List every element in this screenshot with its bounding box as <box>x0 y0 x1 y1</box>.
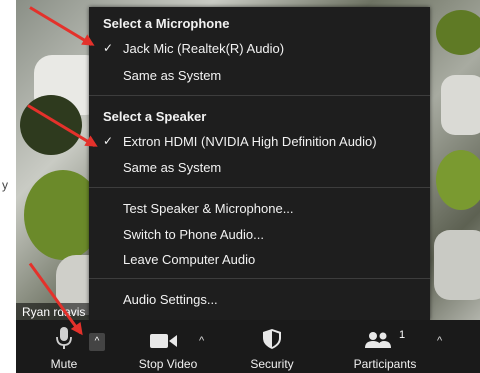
security-label: Security <box>250 357 294 371</box>
speaker-option-extron[interactable]: Extron HDMI (NVIDIA High Definition Audi… <box>123 134 377 149</box>
side-text: y <box>2 178 8 192</box>
mute-label: Mute <box>50 357 78 371</box>
audio-options-caret-button[interactable]: ^ <box>89 333 105 351</box>
security-button[interactable]: Security <box>232 320 312 373</box>
mic-option-jack[interactable]: Jack Mic (Realtek(R) Audio) <box>123 41 284 56</box>
check-icon: ✓ <box>103 41 114 55</box>
menu-divider <box>89 95 430 96</box>
video-camera-icon <box>150 334 177 348</box>
leave-computer-audio-item[interactable]: Leave Computer Audio <box>123 252 255 267</box>
speaker-header: Select a Speaker <box>103 109 207 124</box>
speaker-option-same-as-system[interactable]: Same as System <box>123 160 221 175</box>
shield-icon <box>263 329 281 349</box>
menu-divider <box>89 278 430 279</box>
pot-shape <box>434 230 480 300</box>
meeting-toolbar: Mute ^ Stop Video ^ Security 1 Participa… <box>16 320 480 373</box>
mic-option-same-as-system[interactable]: Same as System <box>123 68 221 83</box>
pot-shape <box>441 75 480 135</box>
participants-button[interactable]: 1 Participants <box>340 320 430 373</box>
switch-phone-audio-item[interactable]: Switch to Phone Audio... <box>123 227 264 242</box>
menu-divider <box>89 187 430 188</box>
participants-icon <box>365 332 391 348</box>
microphone-icon <box>56 327 72 349</box>
plant-shape <box>436 10 480 55</box>
plant-shape <box>436 150 480 210</box>
participants-count: 1 <box>399 329 406 341</box>
chevron-up-icon[interactable]: ^ <box>199 335 204 347</box>
audio-settings-item[interactable]: Audio Settings... <box>123 292 218 307</box>
chevron-up-icon[interactable]: ^ <box>437 335 442 347</box>
check-icon: ✓ <box>103 134 114 148</box>
stop-video-label: Stop Video <box>138 357 198 371</box>
test-speaker-mic-item[interactable]: Test Speaker & Microphone... <box>123 201 294 216</box>
participants-label: Participants <box>353 357 417 371</box>
audio-menu: Select a Microphone ✓ Jack Mic (Realtek(… <box>89 7 430 320</box>
chevron-up-icon: ^ <box>94 336 100 347</box>
microphone-header: Select a Microphone <box>103 16 230 31</box>
participant-name-label: Ryan rdavis <box>16 303 92 321</box>
